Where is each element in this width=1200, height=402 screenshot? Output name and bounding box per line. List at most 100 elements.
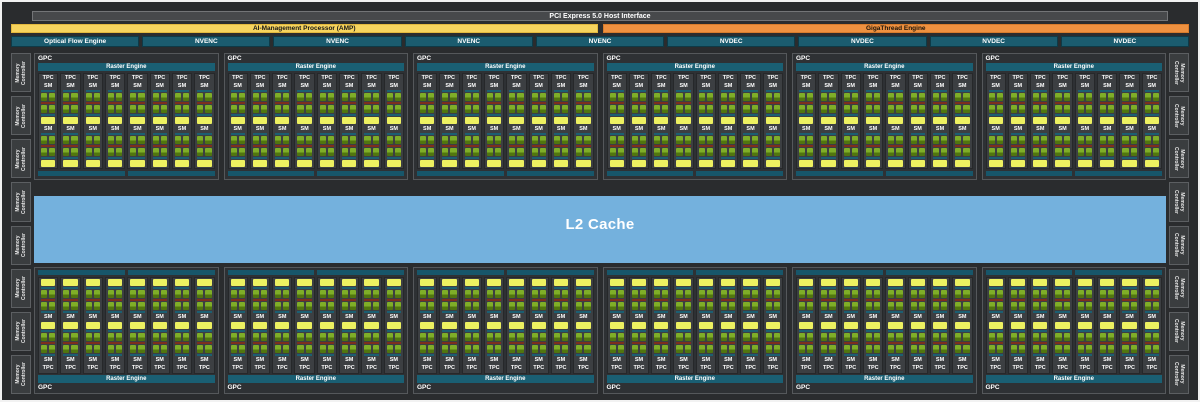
sm-core-cell bbox=[932, 302, 940, 310]
sm-register-block bbox=[486, 160, 502, 167]
sm-core-cell bbox=[662, 290, 669, 298]
sm-core-cell bbox=[319, 93, 326, 101]
sm-core-cell bbox=[843, 333, 850, 341]
sm-core-cell bbox=[1010, 333, 1017, 341]
sm-register-block bbox=[275, 322, 290, 329]
sm-core-cell bbox=[130, 105, 137, 113]
sm-core-cell bbox=[874, 136, 881, 144]
sm-core-cell bbox=[495, 345, 502, 353]
nvdec-engine: NVDEC bbox=[798, 36, 927, 47]
sm-cache-strip bbox=[932, 133, 948, 135]
sm-register-block bbox=[576, 279, 591, 286]
sm-cache-strip bbox=[1077, 90, 1093, 92]
sm-divider bbox=[297, 342, 312, 344]
sm-cache-strip bbox=[843, 133, 858, 135]
sm-core-cell bbox=[1144, 345, 1151, 353]
sm-divider bbox=[955, 102, 970, 104]
sm-core-cell bbox=[1055, 93, 1062, 101]
sm-register-block bbox=[609, 160, 624, 167]
sm-label: SM bbox=[200, 314, 209, 320]
sm-core-cell bbox=[1077, 290, 1084, 298]
sm-core-cell bbox=[721, 302, 728, 310]
sm-cache-strip bbox=[152, 157, 167, 159]
sm-core-row bbox=[1055, 345, 1070, 353]
sm-block bbox=[130, 322, 145, 356]
sm-label: SM bbox=[657, 126, 666, 132]
sm-core-cell bbox=[472, 136, 479, 144]
sm-core-cell bbox=[988, 345, 995, 353]
sm-core-row bbox=[85, 93, 100, 101]
sm-core-cell bbox=[562, 345, 569, 353]
sm-core-cell bbox=[721, 148, 728, 156]
sm-core-row bbox=[576, 93, 591, 101]
sm-register-block bbox=[1144, 322, 1159, 329]
sm-divider bbox=[1122, 145, 1137, 147]
memory-controller-label-line: Controller bbox=[21, 103, 28, 128]
sm-core-cell bbox=[486, 148, 494, 156]
sm-core-row bbox=[765, 290, 780, 298]
sm-block bbox=[230, 133, 245, 167]
sm-cache-strip bbox=[932, 287, 948, 289]
sm-block bbox=[1122, 133, 1137, 167]
sm-core-row bbox=[1122, 290, 1137, 298]
sm-label: SM bbox=[1036, 357, 1045, 363]
sm-core-cell bbox=[152, 345, 159, 353]
tpc-column: SM SM TPC bbox=[1052, 277, 1073, 374]
sm-block bbox=[743, 90, 758, 124]
sm-core-cell bbox=[910, 136, 917, 144]
sm-core-row bbox=[152, 345, 167, 353]
sm-cache-strip bbox=[743, 287, 758, 289]
sm-core-cell bbox=[205, 136, 212, 144]
sm-core-cell bbox=[1108, 105, 1115, 113]
sm-core-cell bbox=[472, 302, 479, 310]
tpc-column: SM SM TPC bbox=[862, 277, 884, 374]
memory-controller-block: Memory Controller bbox=[1169, 311, 1189, 351]
sm-cache-strip bbox=[1077, 287, 1093, 289]
sm-core-cell bbox=[1122, 93, 1129, 101]
sm-cache-strip bbox=[721, 114, 736, 116]
raster-engine-bar: Raster Engine bbox=[606, 375, 783, 383]
sm-core-row bbox=[531, 302, 546, 310]
sm-core-cell bbox=[275, 302, 282, 310]
sm-core-row bbox=[486, 345, 502, 353]
sm-core-cell bbox=[1152, 93, 1159, 101]
sm-core-row bbox=[1144, 148, 1159, 156]
sm-divider bbox=[442, 102, 457, 104]
sm-core-cell bbox=[1063, 290, 1070, 298]
sm-cache-strip bbox=[230, 114, 245, 116]
sm-core-cell bbox=[1055, 345, 1062, 353]
sm-core-cell bbox=[617, 93, 624, 101]
sm-core-row bbox=[442, 148, 457, 156]
sm-core-cell bbox=[865, 290, 873, 298]
sm-core-cell bbox=[1041, 148, 1048, 156]
sm-core-cell bbox=[584, 302, 591, 310]
sm-label: SM bbox=[802, 357, 811, 363]
sm-core-cell bbox=[851, 345, 858, 353]
sm-divider bbox=[63, 342, 78, 344]
sm-register-block bbox=[319, 117, 335, 124]
sm-cache-strip bbox=[107, 114, 123, 116]
sm-core-row bbox=[297, 345, 312, 353]
sm-block bbox=[531, 90, 546, 124]
rop-bar bbox=[606, 171, 694, 176]
sm-block bbox=[486, 90, 502, 124]
sm-core-row bbox=[988, 148, 1003, 156]
sm-cache-strip bbox=[174, 133, 190, 135]
sm-cache-strip bbox=[297, 90, 312, 92]
sm-core-cell bbox=[1018, 345, 1026, 353]
sm-core-cell bbox=[1130, 93, 1137, 101]
sm-core-cell bbox=[773, 93, 780, 101]
sm-core-cell bbox=[275, 345, 282, 353]
sm-core-cell bbox=[829, 93, 836, 101]
sm-divider bbox=[799, 102, 814, 104]
tpc-column: SM SM TPC bbox=[673, 277, 694, 374]
sm-divider bbox=[364, 145, 379, 147]
sm-register-block bbox=[553, 160, 569, 167]
sm-core-cell bbox=[517, 105, 524, 113]
sm-register-block bbox=[342, 160, 357, 167]
memory-controller-label: Memory Controller bbox=[1173, 61, 1185, 85]
sm-core-row bbox=[698, 290, 714, 298]
sm-core-cell bbox=[654, 93, 661, 101]
sm-core-row bbox=[41, 302, 56, 310]
sm-register-block bbox=[888, 322, 903, 329]
